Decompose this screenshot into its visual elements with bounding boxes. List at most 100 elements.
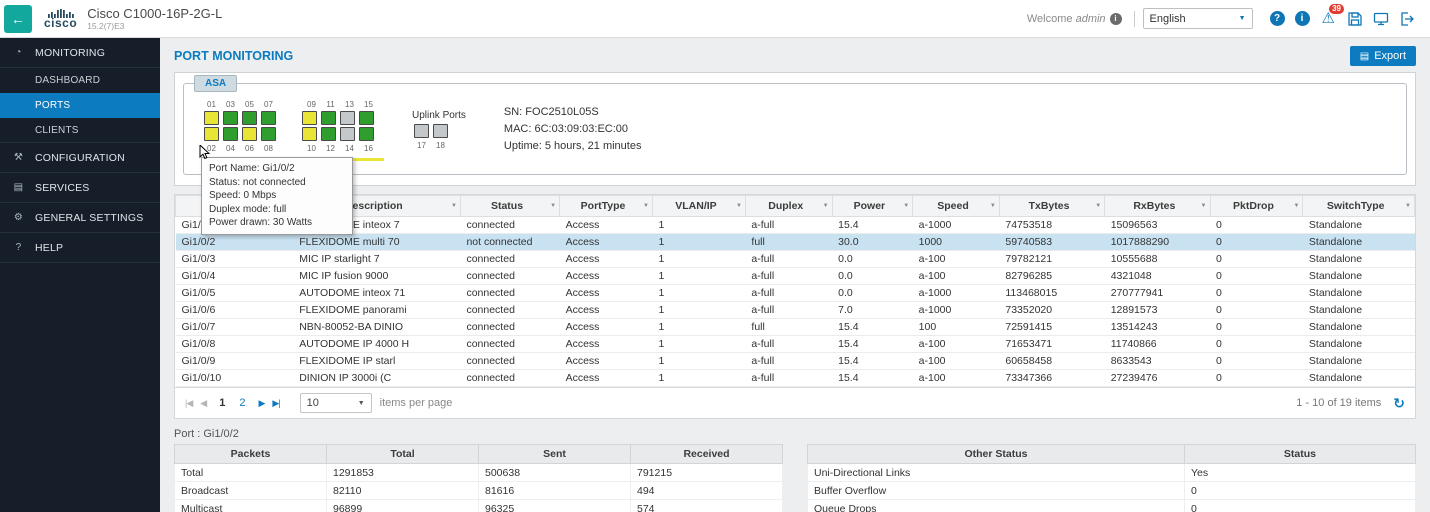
port-07[interactable] bbox=[261, 111, 276, 125]
port-row-Gi1/0/5[interactable]: Gi1/0/5AUTODOME inteox 71connectedAccess… bbox=[176, 285, 1415, 302]
filter-icon[interactable]: ▼ bbox=[823, 203, 829, 209]
cell: 10555688 bbox=[1105, 251, 1210, 268]
filter-icon[interactable]: ▼ bbox=[990, 203, 996, 209]
column-header-vlan-ip[interactable]: VLAN/IP▼ bbox=[652, 196, 745, 217]
column-header-txbytes[interactable]: TxBytes▼ bbox=[999, 196, 1104, 217]
filter-icon[interactable]: ▼ bbox=[736, 203, 742, 209]
display-button[interactable] bbox=[1373, 11, 1389, 27]
monitor-icon bbox=[1373, 11, 1389, 27]
cell: 1 bbox=[652, 336, 745, 353]
port-13[interactable] bbox=[340, 111, 355, 125]
info-icon[interactable]: i bbox=[1295, 11, 1310, 26]
port-10[interactable] bbox=[302, 127, 317, 141]
first-page-button[interactable]: |◀ bbox=[185, 398, 192, 409]
pager-range-label: 1 - 10 of 19 items bbox=[1296, 397, 1381, 409]
port-row-Gi1/0/7[interactable]: Gi1/0/7NBN-80052-BA DINIOconnectedAccess… bbox=[176, 319, 1415, 336]
page-button-1[interactable]: 1 bbox=[214, 397, 230, 409]
next-page-button[interactable]: ▶ bbox=[258, 398, 264, 409]
cell: 1 bbox=[652, 302, 745, 319]
export-button[interactable]: ▤ Export bbox=[1350, 46, 1416, 66]
session-info-icon[interactable]: i bbox=[1110, 13, 1122, 25]
port-row-Gi1/0/1[interactable]: Gi1/0/1FLEXIDOME inteox 7connectedAccess… bbox=[176, 217, 1415, 234]
filter-icon[interactable]: ▼ bbox=[1405, 203, 1411, 209]
cell: DINION IP 3000i (C bbox=[293, 370, 460, 387]
port-row-Gi1/0/3[interactable]: Gi1/0/3MIC IP starlight 7connectedAccess… bbox=[176, 251, 1415, 268]
port-06[interactable] bbox=[242, 127, 257, 141]
column-header-speed[interactable]: Speed ▼ bbox=[913, 196, 1000, 217]
column-label: Speed bbox=[937, 200, 969, 212]
port-04[interactable] bbox=[223, 127, 238, 141]
port-03[interactable] bbox=[223, 111, 238, 125]
save-config-button[interactable] bbox=[1347, 11, 1363, 27]
sidebar-item-label: PORTS bbox=[35, 100, 70, 111]
sidebar-item-label: HELP bbox=[35, 242, 63, 254]
filter-icon[interactable]: ▼ bbox=[550, 203, 556, 209]
filter-icon[interactable]: ▼ bbox=[451, 203, 457, 209]
cell: a-full bbox=[745, 302, 832, 319]
page-button-2[interactable]: 2 bbox=[234, 397, 250, 409]
port-08[interactable] bbox=[261, 127, 276, 141]
logout-button[interactable] bbox=[1399, 11, 1415, 27]
filter-icon[interactable]: ▼ bbox=[1293, 203, 1299, 209]
back-button[interactable]: ← bbox=[4, 5, 32, 33]
port-16[interactable] bbox=[359, 127, 374, 141]
refresh-icon[interactable]: ↻ bbox=[1393, 395, 1405, 412]
filter-icon[interactable]: ▼ bbox=[1095, 203, 1101, 209]
cell: 96325 bbox=[479, 500, 631, 512]
cell: 1 bbox=[652, 370, 745, 387]
sidebar-item-general-settings[interactable]: ⚙GENERAL SETTINGS bbox=[0, 203, 160, 233]
help-icon[interactable]: ? bbox=[1270, 11, 1285, 26]
port-11[interactable] bbox=[321, 111, 336, 125]
port-row-Gi1/0/9[interactable]: Gi1/0/9FLEXIDOME IP starlconnectedAccess… bbox=[176, 353, 1415, 370]
column-header-porttype[interactable]: PortType▼ bbox=[560, 196, 653, 217]
uplink-port-17[interactable] bbox=[414, 124, 429, 138]
port-05[interactable] bbox=[242, 111, 257, 125]
sidebar-item-dashboard[interactable]: DASHBOARD bbox=[0, 68, 160, 93]
port-row-Gi1/0/6[interactable]: Gi1/0/6FLEXIDOME panoramiconnectedAccess… bbox=[176, 302, 1415, 319]
column-header-pktdrop[interactable]: PktDrop▼ bbox=[1210, 196, 1303, 217]
cell: Access bbox=[560, 370, 653, 387]
port-12[interactable] bbox=[321, 127, 336, 141]
port-01[interactable] bbox=[204, 111, 219, 125]
cell: 27239476 bbox=[1105, 370, 1210, 387]
cell: a-100 bbox=[913, 353, 1000, 370]
page-size-select[interactable]: 10 ▼ bbox=[300, 393, 372, 413]
column-header-duplex[interactable]: Duplex▼ bbox=[745, 196, 832, 217]
cell: Standalone bbox=[1303, 302, 1415, 319]
cell: 1 bbox=[652, 285, 745, 302]
last-page-button[interactable]: ▶| bbox=[272, 398, 279, 409]
cell: a-100 bbox=[913, 336, 1000, 353]
filter-icon[interactable]: ▼ bbox=[1201, 203, 1207, 209]
cell: 1 bbox=[652, 251, 745, 268]
sidebar-item-services[interactable]: ▤SERVICES bbox=[0, 173, 160, 203]
prev-page-button[interactable]: ◀ bbox=[200, 398, 206, 409]
column-header-power[interactable]: Power▼ bbox=[832, 196, 913, 217]
tooltip-line: Speed: 0 Mbps bbox=[209, 189, 345, 203]
alerts-button[interactable]: ⚠ 39 bbox=[1322, 11, 1335, 26]
sidebar-item-configuration[interactable]: ⚒CONFIGURATION bbox=[0, 143, 160, 173]
uplink-port-18[interactable] bbox=[433, 124, 448, 138]
filter-icon[interactable]: ▼ bbox=[903, 203, 909, 209]
port-09[interactable] bbox=[302, 111, 317, 125]
column-header-status[interactable]: Status▼ bbox=[460, 196, 559, 217]
page-numbers: 12 bbox=[214, 397, 250, 409]
port-row-Gi1/0/2[interactable]: Gi1/0/2FLEXIDOME multi 70not connectedAc… bbox=[176, 234, 1415, 251]
port-02[interactable] bbox=[204, 127, 219, 141]
sidebar-item-clients[interactable]: CLIENTS bbox=[0, 118, 160, 143]
sidebar-item-label: SERVICES bbox=[35, 182, 90, 194]
language-select[interactable]: English ▼ bbox=[1143, 8, 1253, 29]
port-15[interactable] bbox=[359, 111, 374, 125]
cell: Gi1/0/8 bbox=[176, 336, 294, 353]
sidebar-item-help[interactable]: ?HELP bbox=[0, 233, 160, 263]
port-row-Gi1/0/8[interactable]: Gi1/0/8AUTODOME IP 4000 HconnectedAccess… bbox=[176, 336, 1415, 353]
column-header-switchtype[interactable]: SwitchType▼ bbox=[1303, 196, 1415, 217]
sidebar-item-monitoring[interactable]: ◔MONITORING bbox=[0, 38, 160, 68]
port-row-Gi1/0/4[interactable]: Gi1/0/4MIC IP fusion 9000connectedAccess… bbox=[176, 268, 1415, 285]
switch-name-tab[interactable]: ASA bbox=[194, 75, 237, 92]
port-14[interactable] bbox=[340, 127, 355, 141]
filter-icon[interactable]: ▼ bbox=[643, 203, 649, 209]
detail-row: Uni-Directional LinksYes bbox=[808, 464, 1416, 482]
port-row-Gi1/0/10[interactable]: Gi1/0/10DINION IP 3000i (CconnectedAcces… bbox=[176, 370, 1415, 387]
sidebar-item-ports[interactable]: PORTS bbox=[0, 93, 160, 118]
column-header-rxbytes[interactable]: RxBytes▼ bbox=[1105, 196, 1210, 217]
